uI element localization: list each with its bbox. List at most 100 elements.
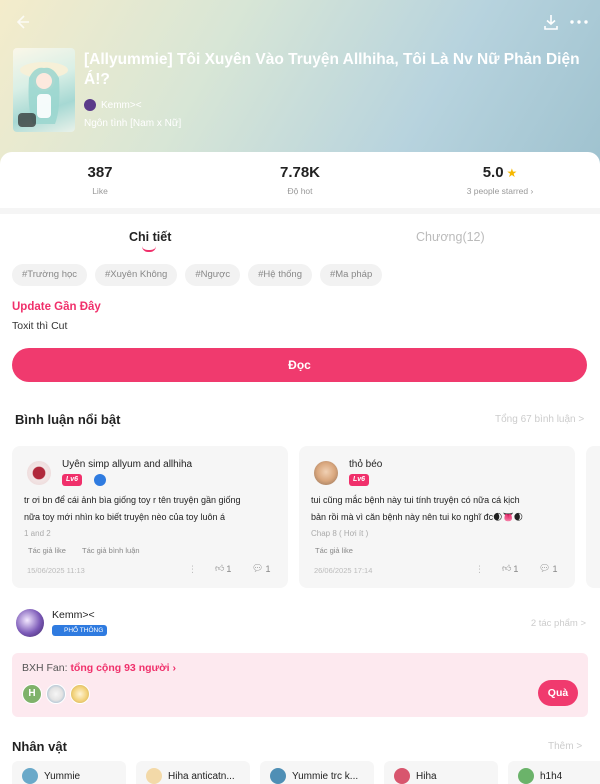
- stats-bar: 387 Like 7.78K Độ hot 5.0 ★ 3 people sta…: [0, 152, 600, 214]
- comment-line: tui cũng mắc bệnh này tui tính truyện có…: [311, 495, 520, 505]
- comment-text: tui cũng mắc bệnh này tui tính truyện có…: [311, 492, 567, 526]
- tab-indicator: [142, 246, 156, 252]
- comment-like-button[interactable]: 👍︎ 1: [215, 563, 231, 574]
- comment-reply-button[interactable]: 💬︎ 1: [252, 563, 270, 574]
- character-name: Hiha: [416, 770, 437, 782]
- tag-chip[interactable]: #Hệ thống: [248, 264, 312, 286]
- top-bar: [0, 0, 600, 44]
- character-chip[interactable]: Hiha anticatn...: [136, 761, 250, 784]
- commenter-avatar[interactable]: [27, 461, 51, 485]
- reply-count: 1: [552, 563, 558, 574]
- author-works-link[interactable]: 2 tác phẩm >: [531, 618, 586, 629]
- comment-chapter: 1 and 2: [24, 529, 51, 538]
- back-arrow-icon[interactable]: [12, 12, 32, 32]
- characters-more-link[interactable]: Thêm >: [548, 741, 582, 752]
- author-liked-label: Tác giả like: [28, 546, 66, 555]
- character-chip[interactable]: h1h4: [508, 761, 600, 784]
- character-avatar: [518, 768, 534, 784]
- tag-chip[interactable]: #Trường học: [12, 264, 88, 286]
- character-avatar: [22, 768, 38, 784]
- comment-card[interactable]: Uyên simp allyum and allhiha Lv6 tr ơi b…: [12, 446, 288, 588]
- character-name: Hiha anticatn...: [168, 770, 235, 782]
- all-comments-link[interactable]: Tổng 67 bình luận >: [495, 414, 584, 425]
- tag-chip[interactable]: #Xuyên Không: [95, 264, 178, 286]
- character-chip[interactable]: Yummie trc k...: [260, 761, 374, 784]
- author-profile-avatar[interactable]: [16, 609, 44, 637]
- rating-label: 3 people starred ›: [466, 186, 534, 196]
- tag-chip[interactable]: #Ngược: [185, 264, 241, 286]
- comment-like-button[interactable]: 👍︎ 1: [502, 563, 518, 574]
- comment-date: 15/06/2025 11:13: [27, 566, 85, 575]
- comment-line: bản rồi mà vì căn bệnh này nên tui ko ng…: [311, 512, 524, 522]
- rating-row: 5.0 ★: [400, 164, 600, 181]
- update-title: Update Gần Đây: [12, 301, 101, 313]
- author-name: Kemm><: [101, 99, 142, 111]
- level-badge: Lv6: [349, 474, 370, 486]
- tab-bar: Chi tiết Chương(12): [0, 224, 600, 254]
- likes-stat: 387 Like: [0, 164, 200, 196]
- commenter-avatar[interactable]: [314, 461, 338, 485]
- comment-text: tr ơi bn để cái ảnh bìa giống toy r tên …: [24, 492, 280, 526]
- fan-avatar[interactable]: [46, 684, 66, 704]
- fan-avatar-list: H: [22, 684, 90, 704]
- fan-avatar[interactable]: [70, 684, 90, 704]
- character-avatar: [146, 768, 162, 784]
- tab-details[interactable]: Chi tiết: [129, 230, 171, 244]
- gift-button[interactable]: Quà: [538, 680, 578, 706]
- next-comment-card-peek[interactable]: [586, 446, 600, 588]
- character-name: h1h4: [540, 770, 563, 782]
- author-profile[interactable]: Kemm>< PHỔ THÔNG 2 tác phẩm >: [12, 606, 588, 642]
- fan-total: tổng cộng 93 người: [70, 662, 170, 674]
- comment-line: tr ơi bn để cái ảnh bìa giống toy r tên …: [24, 495, 241, 505]
- characters-section-title: Nhân vật: [12, 739, 67, 754]
- likes-label: Like: [92, 186, 108, 196]
- chevron-right-icon: ›: [172, 662, 176, 674]
- fan-ranking-prefix: BXH Fan:: [22, 662, 71, 674]
- reply-bubble-icon: 💬︎: [539, 563, 551, 573]
- comment-date: 26/06/2025 17:14: [314, 566, 373, 575]
- hot-stat: 7.78K Độ hot: [200, 164, 400, 196]
- character-list: Yummie Hiha anticatn... Yummie trc k... …: [12, 761, 600, 784]
- character-chip[interactable]: Hiha: [384, 761, 498, 784]
- comment-line: nữa toy mới nhìn ko biết truyện nèo của …: [24, 512, 226, 522]
- likes-count: 387: [87, 164, 113, 181]
- read-button[interactable]: Đọc: [12, 348, 587, 382]
- thumbs-up-icon: 👍︎: [215, 563, 225, 573]
- author-commented-label: Tác giả bình luận: [82, 546, 140, 555]
- comment-more-icon[interactable]: ⋮: [475, 564, 484, 575]
- story-cover-image[interactable]: [13, 48, 75, 132]
- story-header: [Allyummie] Tôi Xuyên Vào Truyện Allhiha…: [0, 0, 600, 170]
- reply-count: 1: [265, 563, 271, 574]
- comment-reply-button[interactable]: 💬︎ 1: [539, 563, 557, 574]
- fan-ranking-text: BXH Fan: tổng cộng 93 người ›: [22, 662, 176, 674]
- fan-avatar[interactable]: H: [22, 684, 42, 704]
- download-icon[interactable]: [542, 13, 560, 31]
- hot-count: 7.78K: [279, 164, 321, 181]
- tag-chip[interactable]: #Ma pháp: [319, 264, 383, 286]
- author-profile-name[interactable]: Kemm><: [52, 609, 95, 621]
- rating-stat[interactable]: 5.0 ★ 3 people starred ›: [400, 164, 600, 196]
- character-avatar: [394, 768, 410, 784]
- commenter-name[interactable]: thỏ béo: [349, 459, 382, 470]
- star-icon: ★: [506, 165, 518, 180]
- comment-more-icon[interactable]: ⋮: [188, 564, 197, 575]
- level-badge: Lv6: [62, 474, 83, 486]
- like-count: 1: [226, 563, 232, 574]
- author-tier-badge: PHỔ THÔNG: [52, 625, 108, 636]
- chat-story-badge-icon: [18, 113, 36, 127]
- character-chip[interactable]: Yummie: [12, 761, 126, 784]
- character-avatar: [270, 768, 286, 784]
- story-genre: Ngôn tình [Nam x Nữ]: [84, 118, 182, 129]
- comment-card[interactable]: thỏ béo Lv6 tui cũng mắc bệnh này tui tí…: [299, 446, 575, 588]
- author-row[interactable]: Kemm><: [84, 98, 142, 112]
- tab-chapters[interactable]: Chương(12): [416, 230, 485, 244]
- commenter-name[interactable]: Uyên simp allyum and allhiha: [62, 459, 192, 470]
- more-icon[interactable]: [568, 12, 590, 32]
- author-liked-label: Tác giả like: [315, 546, 353, 555]
- reply-bubble-icon: 💬︎: [252, 563, 264, 573]
- author-avatar: [84, 99, 96, 111]
- fan-ranking[interactable]: BXH Fan: tổng cộng 93 người › H Quà: [12, 653, 588, 717]
- rating-value: 5.0: [482, 164, 504, 181]
- story-title: [Allyummie] Tôi Xuyên Vào Truyện Allhiha…: [84, 51, 580, 88]
- comments-section-title: Bình luận nổi bật: [15, 412, 121, 427]
